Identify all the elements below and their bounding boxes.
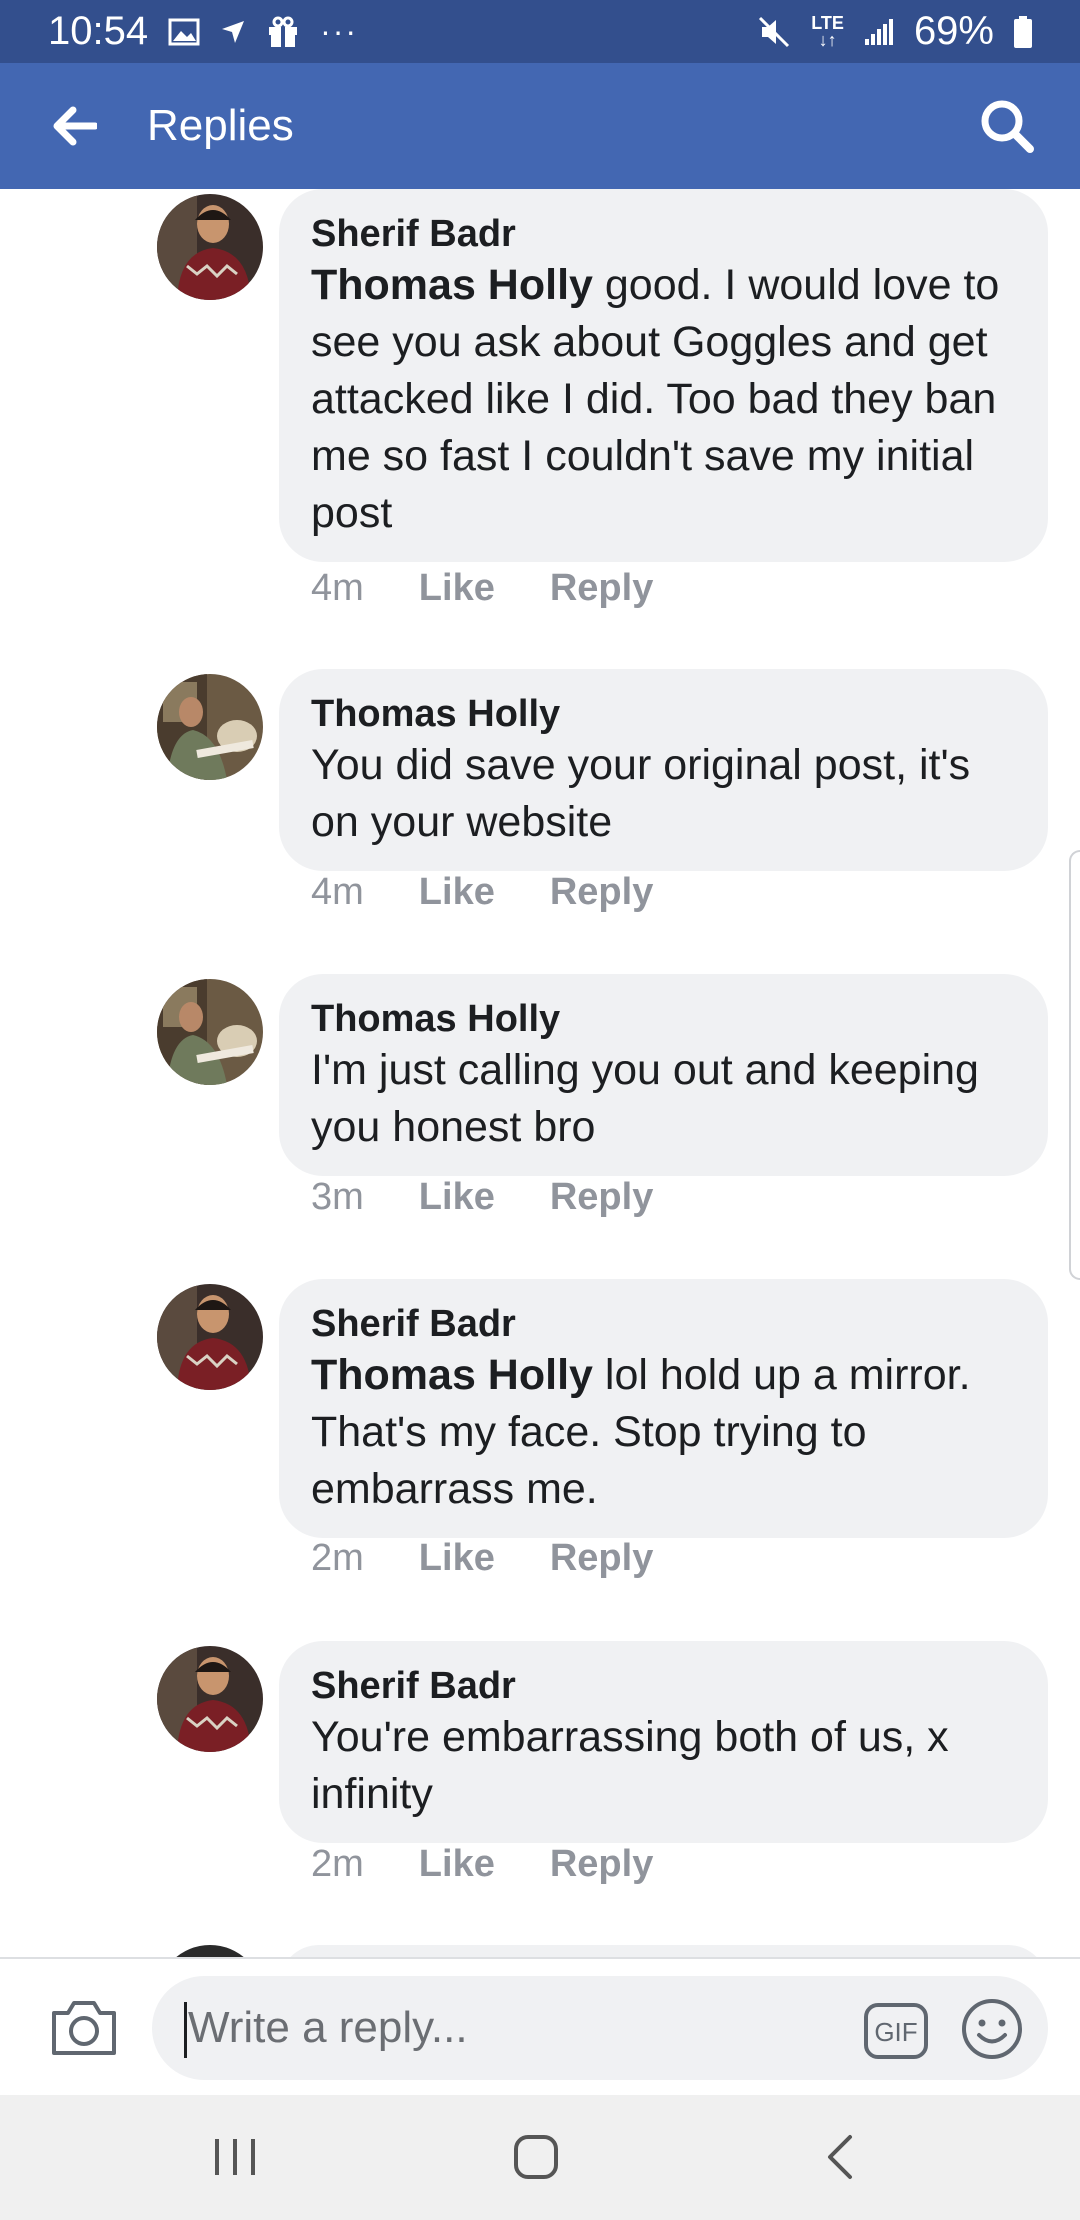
battery-percent: 69%	[913, 9, 994, 53]
more-notifications-icon: ···	[320, 13, 359, 49]
search-button[interactable]	[974, 93, 1040, 159]
mention-link[interactable]: Thomas Holly	[311, 261, 593, 309]
comment-text: Thomas Holly good. I would love to see y…	[311, 257, 1016, 542]
status-bar: 10:54 ··· LTE ↓↑ 69%	[0, 0, 1080, 63]
system-nav-bar	[0, 2095, 1080, 2220]
reply-button[interactable]: Reply	[550, 567, 653, 610]
system-back-button[interactable]	[822, 2133, 858, 2181]
comment-author[interactable]: Thomas Holly	[311, 691, 1016, 737]
comment-actions: 2m Like Reply	[311, 1843, 653, 1886]
comment-author[interactable]: Thomas Holly	[311, 996, 1016, 1042]
mention-link[interactable]: Thomas Holly	[311, 1351, 593, 1399]
comment-actions: 4m Like Reply	[311, 567, 653, 610]
home-icon	[514, 2135, 558, 2179]
clock: 10:54	[48, 9, 149, 53]
comment-time: 4m	[311, 567, 364, 609]
gift-icon	[266, 15, 300, 49]
avatar[interactable]	[157, 674, 263, 780]
comment-actions: 2m Like Reply	[311, 1537, 653, 1580]
comment-time: 4m	[311, 871, 364, 913]
scroll-indicator[interactable]	[1069, 850, 1080, 1280]
like-button[interactable]: Like	[419, 1537, 495, 1580]
lte-label: LTE	[811, 12, 844, 33]
avatar[interactable]	[157, 979, 263, 1085]
comment-text: I'm just calling you out and keeping you…	[311, 1046, 979, 1151]
recent-apps-button[interactable]	[212, 2135, 258, 2179]
comment-text: You did save your original post, it's on…	[311, 741, 971, 846]
camera-button[interactable]	[50, 1997, 118, 2057]
replies-list[interactable]: Sherif Badr Thomas Holly good. I would l…	[0, 189, 1080, 1957]
gallery-icon	[168, 18, 200, 46]
reply-button[interactable]: Reply	[550, 1176, 653, 1219]
reply-composer: Write a reply... GIF	[0, 1957, 1080, 2095]
camera-icon	[52, 2001, 116, 2055]
app-header: Replies	[0, 63, 1080, 189]
gif-label: GIF	[874, 2017, 917, 2047]
navigation-icon	[220, 19, 246, 45]
comment-bubble[interactable]: Sherif Badr Thomas Holly good. I would l…	[279, 189, 1048, 562]
emoji-button[interactable]	[961, 1998, 1023, 2060]
lte-icon: LTE ↓↑	[811, 12, 844, 50]
back-button[interactable]	[44, 96, 104, 156]
chevron-left-icon	[828, 2135, 852, 2179]
status-bar-left: 10:54 ···	[48, 9, 358, 54]
text-cursor	[184, 2002, 187, 2058]
reply-button[interactable]: Reply	[550, 1537, 653, 1580]
comment-author[interactable]: Sherif Badr	[311, 1663, 1016, 1709]
comment-text: Thomas Holly lol hold up a mirror. That'…	[311, 1347, 1016, 1518]
home-button[interactable]	[512, 2133, 560, 2181]
comment-time: 3m	[311, 1176, 364, 1218]
comment-actions: 3m Like Reply	[311, 1176, 653, 1219]
avatar[interactable]	[157, 1646, 263, 1752]
search-icon	[981, 100, 1034, 153]
comment-actions: 4m Like Reply	[311, 871, 653, 914]
emoji-icon	[962, 1999, 1022, 2059]
reply-button[interactable]: Reply	[550, 1843, 653, 1886]
comment-bubble[interactable]: Thomas Holly I'm just calling you out an…	[279, 974, 1048, 1176]
reply-button[interactable]: Reply	[550, 871, 653, 914]
comment-time: 2m	[311, 1537, 364, 1579]
reply-input[interactable]: Write a reply... GIF	[152, 1976, 1048, 2080]
recent-apps-icon	[215, 2139, 255, 2175]
status-bar-right: LTE ↓↑ 69%	[757, 9, 1032, 54]
like-button[interactable]: Like	[419, 871, 495, 914]
avatar[interactable]	[157, 194, 263, 300]
arrow-left-icon	[53, 106, 97, 146]
comment-author[interactable]: Sherif Badr	[311, 1301, 1016, 1347]
signal-icon	[864, 18, 894, 46]
like-button[interactable]: Like	[419, 567, 495, 610]
reply-placeholder: Write a reply...	[188, 2003, 468, 2052]
like-button[interactable]: Like	[419, 1176, 495, 1219]
page-title: Replies	[147, 101, 294, 150]
comment-text: You're embarrassing both of us, x infini…	[311, 1713, 949, 1818]
comment-bubble[interactable]: Sherif Badr Thomas Holly lol hold up a m…	[279, 1279, 1048, 1538]
comment-bubble[interactable]: Thomas Holly You did save your original …	[279, 669, 1048, 871]
comment-time: 2m	[311, 1843, 364, 1885]
gif-button[interactable]: GIF	[864, 2003, 928, 2059]
mute-icon	[757, 15, 791, 49]
like-button[interactable]: Like	[419, 1843, 495, 1886]
avatar[interactable]	[157, 1284, 263, 1390]
battery-icon	[1014, 15, 1032, 48]
comment-author[interactable]: Sherif Badr	[311, 211, 1016, 257]
comment-bubble[interactable]: Sherif Badr You're embarrassing both of …	[279, 1641, 1048, 1843]
